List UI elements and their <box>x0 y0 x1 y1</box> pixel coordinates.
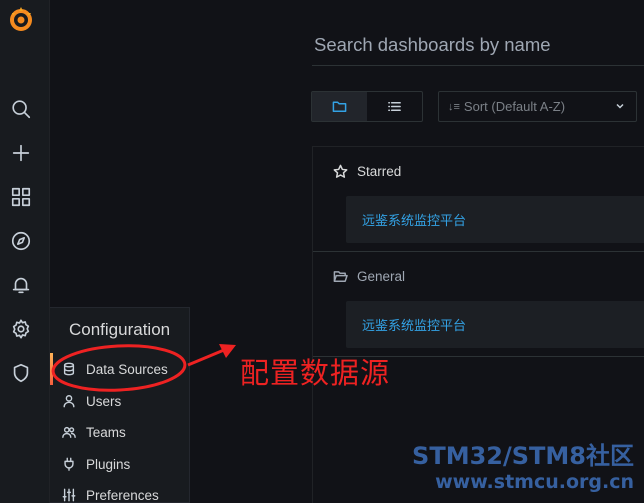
list-view-button[interactable] <box>367 92 422 121</box>
shield-icon[interactable] <box>8 360 34 386</box>
dashboard-row[interactable]: 远鉴系统监控平台 <box>346 196 644 243</box>
folder-open-icon <box>333 271 348 282</box>
compass-icon[interactable] <box>8 228 34 254</box>
star-icon <box>333 164 348 178</box>
view-toggle <box>311 91 423 122</box>
annotation-text: 配置数据源 <box>240 356 391 390</box>
annotation-arrow-head <box>219 344 236 358</box>
dashboard-link[interactable]: 远鉴系统监控平台 <box>362 315 466 334</box>
section-divider <box>313 251 644 252</box>
menu-item-teams[interactable]: Teams <box>62 420 126 444</box>
section-starred-header[interactable]: Starred <box>333 164 401 179</box>
section-general-header[interactable]: General <box>333 269 405 284</box>
plug-icon <box>64 457 74 471</box>
plus-icon[interactable] <box>8 140 34 166</box>
folder-icon <box>332 101 347 112</box>
section-title: Starred <box>357 164 402 179</box>
section-title: General <box>357 269 406 284</box>
annotation-arrow-line <box>187 348 225 367</box>
watermark-line1: STM32/STM8社区 <box>412 442 634 470</box>
dashboards-grid-icon[interactable] <box>8 184 34 210</box>
menu-item-plugins[interactable]: Plugins <box>62 452 130 476</box>
list-icon <box>388 102 401 111</box>
search-bar <box>312 26 644 66</box>
dashboard-link[interactable]: 远鉴系统监控平台 <box>362 210 466 229</box>
user-icon <box>63 395 75 408</box>
menu-item-label: Users <box>86 393 122 409</box>
database-icon <box>63 362 75 376</box>
folder-view-button[interactable] <box>312 92 367 121</box>
sort-select[interactable]: ↓≡ Sort (Default A-Z) <box>438 91 637 122</box>
sort-icon: ↓≡ <box>448 100 460 113</box>
grafana-logo-icon[interactable] <box>6 4 36 34</box>
bell-icon[interactable] <box>8 272 34 298</box>
chevron-down-icon <box>616 103 624 109</box>
watermark-line2: www.stmcu.org.cn <box>435 471 634 493</box>
side-menu <box>0 0 50 503</box>
search-icon[interactable] <box>8 96 34 122</box>
sort-label: Sort (Default A-Z) <box>463 99 566 114</box>
menu-item-label: Plugins <box>86 456 131 472</box>
menu-item-label: Preferences <box>86 487 159 503</box>
watermark: STM32/STM8社区 www.stmcu.org.cn <box>412 442 634 494</box>
dashboard-row[interactable]: 远鉴系统监控平台 <box>346 301 644 348</box>
gear-icon[interactable] <box>8 316 34 342</box>
menu-item-label: Data Sources <box>86 361 168 377</box>
configuration-flyout-menu: Configuration Data Sources Users Teams P… <box>50 307 190 503</box>
search-input[interactable] <box>312 26 644 64</box>
users-icon <box>62 426 76 438</box>
menu-item-preferences[interactable]: Preferences <box>62 483 159 503</box>
sliders-icon <box>62 488 76 502</box>
menu-item-data-sources[interactable]: Data Sources <box>62 357 168 381</box>
flyout-title: Configuration <box>69 320 171 339</box>
menu-item-users[interactable]: Users <box>62 389 121 413</box>
menu-item-label: Teams <box>86 424 126 440</box>
active-indicator <box>50 353 53 385</box>
